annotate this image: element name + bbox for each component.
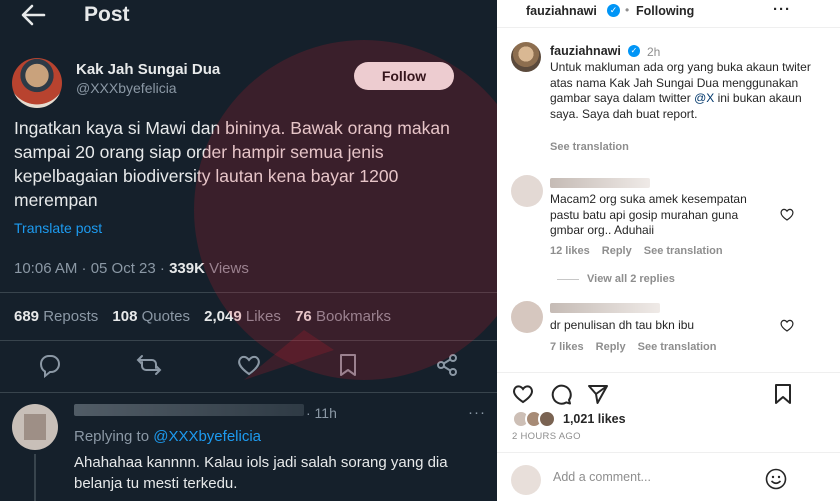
page-title: Post [84,3,130,26]
more-options-icon[interactable]: ··· [773,1,791,18]
quotes-stat[interactable]: 108 Quotes [112,308,190,325]
commenter-name-redacted [550,178,650,188]
follow-button[interactable]: Follow [354,62,454,90]
comment-likes[interactable]: 12 likes [550,245,590,257]
likes-count[interactable]: 1,021 likes [563,412,626,426]
instagram-post-panel: fauziahnawi ✓ • Following ··· fauziahnaw… [497,0,840,501]
divider [0,340,497,341]
reply-text: Ahahahaa kannnn. Kalau iols jadi salah s… [74,454,448,492]
caption-time: 2h [647,45,661,59]
comment-meta: 12 likes Reply See translation [550,245,735,257]
views-count: 339K [169,260,205,277]
thread-line [34,454,36,501]
comment-meta: 7 likes Reply See translation [550,341,728,353]
divider [0,392,497,393]
reply-avatar[interactable] [12,404,58,450]
author-handle[interactable]: @XXXbyefelicia [76,80,177,96]
comment-icon[interactable] [550,383,572,405]
replying-handle-link[interactable]: @XXXbyefelicia [153,428,261,445]
comment-text: Macam2 org suka amek kesempatan pastu ba… [550,192,747,237]
save-bookmark-icon[interactable] [772,383,794,405]
see-translation-link[interactable]: See translation [638,341,717,353]
share-send-icon[interactable] [587,383,609,405]
commenter-name-redacted [550,303,660,313]
replying-to: Replying to @XXXbyefelicia [74,428,261,445]
like-heart-icon[interactable] [512,383,534,405]
comment-like-icon[interactable] [780,319,794,332]
replying-prefix: Replying to [74,428,154,445]
bookmarks-stat[interactable]: 76 Bookmarks [295,308,391,325]
divider [0,292,497,293]
see-translation-link[interactable]: See translation [644,245,723,257]
comment-like-icon[interactable] [780,208,794,221]
likes-stat[interactable]: 2,049 Likes [204,308,281,325]
separator-dot: • [625,3,630,17]
share-icon[interactable] [434,352,460,378]
repost-icon[interactable] [136,352,162,378]
see-translation-link[interactable]: See translation [550,141,629,153]
ig-actions [497,383,840,407]
caption-avatar[interactable] [511,42,541,72]
post-timestamp: 10:06 AM · 05 Oct 23 · [14,260,170,277]
add-comment-input[interactable] [553,470,753,484]
mention-link[interactable]: @X [694,91,714,105]
comment-reply-link[interactable]: Reply [602,245,632,257]
divider [497,372,840,373]
like-heart-icon[interactable] [236,352,262,378]
divider [497,27,840,28]
reply-time: · 11h [306,405,337,421]
commenter-avatar[interactable] [511,175,543,207]
post-stats: 689 Reposts 108 Quotes 2,049 Likes 76 Bo… [14,308,401,325]
post-header: Post [0,0,497,34]
reply-icon[interactable] [37,352,63,378]
bookmark-icon[interactable] [335,352,361,378]
post-meta: 10:06 AM · 05 Oct 23 · 339K Views [14,260,249,277]
reply-author-name-redacted [74,404,304,416]
views-label: Views [204,260,249,277]
view-replies-link[interactable]: View all 2 replies [557,273,675,285]
current-user-avatar [511,465,541,495]
post-actions [0,352,497,380]
divider [497,452,840,453]
comment-likes[interactable]: 7 likes [550,341,584,353]
caption-username[interactable]: fauziahnawi [550,44,621,58]
post-text: Ingatkan kaya si Mawi dan bininya. Bawak… [14,118,450,210]
posted-time: 2 HOURS AGO [512,431,581,442]
ig-username[interactable]: fauziahnawi [526,4,597,18]
author-avatar[interactable] [12,58,62,108]
likers-avatars[interactable] [512,410,560,428]
author-name[interactable]: Kak Jah Sungai Dua [76,61,220,78]
back-arrow-icon[interactable] [20,4,46,26]
verified-badge-icon: ✓ [607,4,620,17]
emoji-icon[interactable] [765,468,787,490]
ig-header: fauziahnawi ✓ • Following ··· [497,0,840,24]
caption-text: Untuk makluman ada org yang buka akaun t… [550,60,811,121]
comment-reply-link[interactable]: Reply [596,341,626,353]
twitter-post-panel: Post Kak Jah Sungai Dua @XXXbyefelicia F… [0,0,497,501]
verified-badge-icon: ✓ [628,45,640,57]
commenter-avatar[interactable] [511,301,543,333]
more-options-icon[interactable]: ··· [468,404,486,421]
reposts-stat[interactable]: 689 Reposts [14,308,98,325]
following-button[interactable]: Following [636,4,694,18]
translate-post-link[interactable]: Translate post [14,220,102,236]
comment-text: dr penulisan dh tau bkn ibu [550,318,695,332]
